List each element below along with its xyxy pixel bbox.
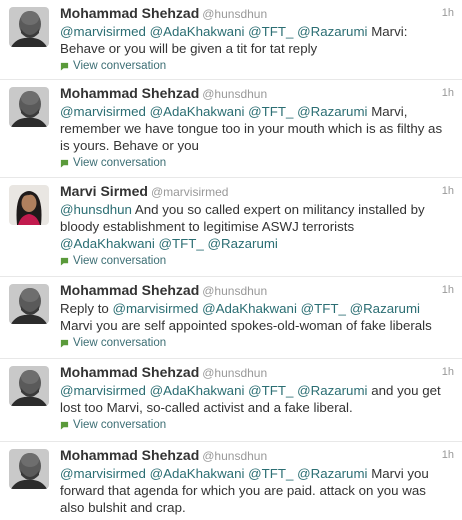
- tweet-timestamp[interactable]: 1h: [442, 446, 454, 465]
- tweet-content: Marvi Sirmed @marvisirmed 1h @hunsdhun An…: [60, 182, 454, 268]
- tweet-item[interactable]: Mohammad Shehzad @hunsdhun 1h @marvisirme…: [0, 80, 462, 178]
- author-handle[interactable]: @hunsdhun: [202, 7, 267, 21]
- view-conversation-label: View conversation: [73, 60, 167, 72]
- tweet-text: @marvisirmed @AdaKhakwani @TFT_ @Razarum…: [60, 465, 454, 516]
- mention-link[interactable]: @TFT_: [248, 104, 293, 119]
- tweet-text: @marvisirmed @AdaKhakwani @TFT_ @Razarum…: [60, 23, 454, 57]
- view-conversation-link[interactable]: View conversation: [60, 156, 454, 170]
- tweet-header: Mohammad Shehzad @hunsdhun 1h: [60, 281, 454, 300]
- mention-link[interactable]: @marvisirmed: [60, 24, 146, 39]
- tweet-text: Reply to @marvisirmed @AdaKhakwani @TFT_…: [60, 300, 454, 334]
- mention-link[interactable]: @marvisirmed: [112, 301, 198, 316]
- tweet-header: Mohammad Shehzad @hunsdhun 1h: [60, 4, 454, 23]
- view-conversation-label: View conversation: [73, 337, 167, 349]
- view-conversation-label: View conversation: [73, 157, 167, 169]
- speech-bubble-icon: [60, 159, 69, 168]
- author-handle[interactable]: @hunsdhun: [202, 284, 267, 298]
- tweet-content: Mohammad Shehzad @hunsdhun 1h @marvisirme…: [60, 446, 454, 516]
- mention-link[interactable]: @AdaKhakwani: [202, 301, 297, 316]
- tweet-timestamp[interactable]: 1h: [442, 363, 454, 382]
- avatar[interactable]: [9, 449, 49, 489]
- author-name[interactable]: Mohammad Shehzad: [60, 5, 199, 21]
- tweet-item[interactable]: Marvi Sirmed @marvisirmed 1h @hunsdhun An…: [0, 178, 462, 277]
- tweet-timestamp[interactable]: 1h: [442, 4, 454, 23]
- author-name[interactable]: Marvi Sirmed: [60, 183, 148, 199]
- mention-link[interactable]: @TFT_: [301, 301, 346, 316]
- mention-link[interactable]: @AdaKhakwani: [150, 466, 245, 481]
- author-name[interactable]: Mohammad Shehzad: [60, 282, 199, 298]
- mention-link[interactable]: @TFT_: [159, 236, 204, 251]
- speech-bubble-icon: [60, 257, 69, 266]
- tweet-text: @hunsdhun And you so called expert on mi…: [60, 201, 454, 252]
- avatar[interactable]: [9, 366, 49, 406]
- mention-link[interactable]: @TFT_: [248, 383, 293, 398]
- tweet-item[interactable]: Mohammad Shehzad @hunsdhun 1h @marvisirme…: [0, 442, 462, 520]
- author-handle[interactable]: @hunsdhun: [202, 449, 267, 463]
- tweet-timestamp[interactable]: 1h: [442, 281, 454, 300]
- tweet-header: Mohammad Shehzad @hunsdhun 1h: [60, 84, 454, 103]
- view-conversation-link[interactable]: View conversation: [60, 59, 454, 73]
- woman-avatar-icon: [9, 185, 49, 225]
- mention-link[interactable]: @Razarumi: [297, 383, 367, 398]
- avatar[interactable]: [9, 87, 49, 127]
- mention-link[interactable]: @marvisirmed: [60, 466, 146, 481]
- mention-link[interactable]: @Razarumi: [297, 466, 367, 481]
- mention-link[interactable]: @AdaKhakwani: [150, 104, 245, 119]
- author-handle[interactable]: @marvisirmed: [151, 185, 229, 199]
- bald-man-avatar-icon: [9, 87, 49, 127]
- view-conversation-link[interactable]: View conversation: [60, 418, 454, 432]
- bald-man-avatar-icon: [9, 7, 49, 47]
- mention-link[interactable]: @TFT_: [248, 24, 293, 39]
- author-handle[interactable]: @hunsdhun: [202, 366, 267, 380]
- mention-link[interactable]: @AdaKhakwani: [150, 383, 245, 398]
- mention-link[interactable]: @Razarumi: [207, 236, 277, 251]
- tweet-header: Mohammad Shehzad @hunsdhun 1h: [60, 446, 454, 465]
- mention-link[interactable]: @TFT_: [248, 466, 293, 481]
- tweet-item[interactable]: Mohammad Shehzad @hunsdhun 1h @marvisirme…: [0, 359, 462, 442]
- author-name[interactable]: Mohammad Shehzad: [60, 364, 199, 380]
- mention-link[interactable]: @AdaKhakwani: [60, 236, 155, 251]
- avatar[interactable]: [9, 7, 49, 47]
- author-handle[interactable]: @hunsdhun: [202, 87, 267, 101]
- tweet-item[interactable]: Mohammad Shehzad @hunsdhun 1h @marvisirme…: [0, 0, 462, 80]
- tweet-text-fragment: Reply to: [60, 301, 113, 316]
- tweet-text-fragment: Marvi you are self appointed spokes-old-…: [60, 318, 432, 333]
- tweet-item[interactable]: Mohammad Shehzad @hunsdhun 1h Reply to @m…: [0, 277, 462, 359]
- mention-link[interactable]: @Razarumi: [297, 24, 367, 39]
- author-name[interactable]: Mohammad Shehzad: [60, 85, 199, 101]
- avatar[interactable]: [9, 185, 49, 225]
- view-conversation-link[interactable]: View conversation: [60, 254, 454, 268]
- mention-link[interactable]: @marvisirmed: [60, 104, 146, 119]
- mention-link[interactable]: @hunsdhun: [60, 202, 132, 217]
- view-conversation-link[interactable]: View conversation: [60, 336, 454, 350]
- tweet-header: Marvi Sirmed @marvisirmed 1h: [60, 182, 454, 201]
- tweet-text: @marvisirmed @AdaKhakwani @TFT_ @Razarum…: [60, 382, 454, 416]
- speech-bubble-icon: [60, 62, 69, 71]
- tweet-content: Mohammad Shehzad @hunsdhun 1h @marvisirme…: [60, 84, 454, 170]
- author-name[interactable]: Mohammad Shehzad: [60, 447, 199, 463]
- tweet-header: Mohammad Shehzad @hunsdhun 1h: [60, 363, 454, 382]
- view-conversation-label: View conversation: [73, 419, 167, 431]
- tweet-content: Mohammad Shehzad @hunsdhun 1h @marvisirme…: [60, 363, 454, 432]
- view-conversation-label: View conversation: [73, 255, 167, 267]
- tweet-content: Mohammad Shehzad @hunsdhun 1h @marvisirme…: [60, 4, 454, 73]
- mention-link[interactable]: @Razarumi: [297, 104, 367, 119]
- bald-man-avatar-icon: [9, 284, 49, 324]
- tweet-timestamp[interactable]: 1h: [442, 84, 454, 103]
- mention-link[interactable]: @AdaKhakwani: [150, 24, 245, 39]
- speech-bubble-icon: [60, 421, 69, 430]
- tweet-timestamp[interactable]: 1h: [442, 182, 454, 201]
- mention-link[interactable]: @Razarumi: [350, 301, 420, 316]
- bald-man-avatar-icon: [9, 366, 49, 406]
- mention-link[interactable]: @marvisirmed: [60, 383, 146, 398]
- tweet-text: @marvisirmed @AdaKhakwani @TFT_ @Razarum…: [60, 103, 454, 154]
- bald-man-avatar-icon: [9, 449, 49, 489]
- tweet-content: Mohammad Shehzad @hunsdhun 1h Reply to @m…: [60, 281, 454, 350]
- speech-bubble-icon: [60, 339, 69, 348]
- avatar[interactable]: [9, 284, 49, 324]
